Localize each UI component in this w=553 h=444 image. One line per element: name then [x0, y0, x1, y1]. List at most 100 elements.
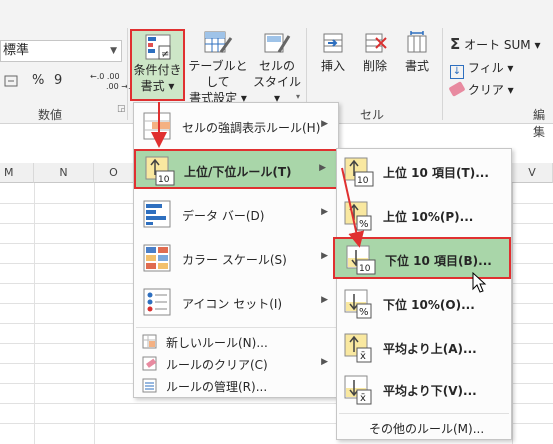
submenu-item-top-10-items[interactable]: 10 上位 10 項目(T)... — [337, 151, 511, 193]
column-header[interactable]: M — [0, 163, 34, 183]
delete-button[interactable]: 削除 — [356, 30, 394, 74]
fill-button[interactable]: ↓ フィル ▾ — [450, 60, 513, 79]
cell-styles-chevron-icon: ▾ — [296, 92, 301, 101]
column-header[interactable]: V — [512, 163, 553, 183]
clear-rules-icon — [142, 356, 157, 371]
menu-item-top-bottom-rules[interactable]: 10 上位/下位ルール(T) ▶ — [134, 149, 338, 189]
conditional-formatting-icon: ≠ — [145, 34, 170, 60]
menu-item-label: セルの強調表示ルール(H) — [182, 121, 321, 135]
chevron-right-icon: ▶ — [321, 251, 328, 261]
sigma-icon: Σ — [450, 35, 461, 53]
top-10-percent-icon: % — [344, 201, 372, 231]
chevron-right-icon: ▶ — [319, 163, 326, 173]
bottom-10-items-icon: 10 — [346, 245, 376, 275]
group-separator — [127, 28, 128, 120]
increase-decimal-button[interactable]: ←.0 .00 — [90, 72, 120, 81]
mouse-cursor-icon — [472, 272, 487, 293]
conditional-formatting-button[interactable]: ≠ 条件付き 書式 ▾ — [130, 29, 185, 101]
menu-divider — [136, 327, 336, 328]
svg-text:%: % — [359, 219, 369, 230]
submenu-item-label: 下位 10 項目(B)... — [385, 254, 492, 268]
chevron-right-icon: ▶ — [321, 119, 328, 129]
bottom-10-percent-icon: % — [344, 289, 372, 319]
cell-styles-button[interactable]: セルの スタイル ▾ — [252, 30, 302, 106]
chevron-right-icon: ▶ — [321, 207, 328, 217]
cell-styles-icon — [264, 33, 291, 53]
format-as-table-icon — [204, 31, 233, 53]
manage-rules-icon — [142, 378, 157, 393]
group-label-number: 数値 — [38, 108, 63, 122]
icon-sets-icon — [143, 288, 171, 316]
data-bars-icon — [143, 200, 171, 228]
chevron-right-icon: ▶ — [321, 295, 328, 305]
cell-styles-label-1: セルの — [258, 59, 295, 73]
format-as-table-label-1: テーブルとして — [188, 59, 248, 89]
submenu-item-label: 平均より下(V)... — [383, 384, 477, 398]
number-format-dropdown[interactable]: 標準 ▼ — [0, 40, 122, 62]
svg-text:10: 10 — [359, 264, 371, 274]
currency-button[interactable] — [4, 72, 18, 90]
svg-text:≠: ≠ — [161, 49, 169, 60]
menu-item-label: ルールの管理(R)... — [166, 380, 268, 394]
autosum-button[interactable]: Σ オート SUM ▾ — [450, 36, 541, 53]
column-header[interactable]: O — [94, 163, 134, 183]
menu-item-color-scales[interactable]: カラー スケール(S) ▶ — [134, 239, 338, 279]
svg-text:10: 10 — [158, 175, 170, 185]
format-cells-icon — [407, 31, 427, 53]
eraser-icon — [448, 81, 466, 97]
currency-icon — [4, 75, 18, 87]
svg-text:x̄: x̄ — [360, 351, 366, 362]
column-header[interactable]: N — [34, 163, 94, 183]
format-label: 書式 — [404, 59, 429, 73]
menu-item-label: アイコン セット(I) — [182, 297, 283, 311]
highlight-cells-icon — [143, 112, 171, 140]
autosum-label: オート SUM ▾ — [464, 38, 541, 52]
format-as-table-button[interactable]: テーブルとして 書式設定 ▾ — [186, 30, 250, 106]
insert-button[interactable]: 挿入 — [314, 30, 352, 74]
submenu-item-label: 平均より上(A)... — [383, 342, 477, 356]
insert-label: 挿入 — [320, 59, 345, 73]
percent-button[interactable]: % — [32, 72, 44, 90]
menu-item-label: 新しいルール(N)... — [166, 336, 268, 350]
svg-text:x̄: x̄ — [360, 393, 366, 404]
conditional-formatting-menu: セルの強調表示ルール(H) ▶ 10 上位/下位ルール(T) ▶ データ バー(… — [133, 102, 339, 398]
svg-text:%: % — [359, 307, 369, 318]
submenu-item-below-average[interactable]: x̄ 平均より下(V)... — [337, 369, 511, 411]
chevron-right-icon: ▶ — [321, 357, 328, 367]
top-bottom-icon: 10 — [145, 156, 175, 186]
group-label-edit: 編集 — [533, 108, 546, 139]
menu-item-highlight-cells-rules[interactable]: セルの強調表示ルール(H) ▶ — [134, 107, 338, 147]
clear-label: クリア ▾ — [467, 83, 514, 97]
submenu-item-more-rules[interactable]: その他のルール(M)... — [369, 420, 484, 437]
comma-button[interactable]: 9 — [54, 72, 62, 90]
menu-item-icon-sets[interactable]: アイコン セット(I) ▶ — [134, 283, 338, 323]
menu-item-manage-rules[interactable]: ルールの管理(R)... — [134, 375, 338, 397]
menu-item-data-bars[interactable]: データ バー(D) ▶ — [134, 195, 338, 235]
menu-item-label: カラー スケール(S) — [182, 253, 287, 267]
insert-cells-icon — [323, 33, 343, 53]
menu-item-new-rule[interactable]: 新しいルール(N)... — [134, 331, 338, 353]
menu-item-label: データ バー(D) — [182, 209, 265, 223]
dialog-launcher-icon[interactable]: ◲ — [117, 104, 126, 114]
conditional-formatting-label-2: 書式 ▾ — [140, 79, 175, 93]
below-average-icon: x̄ — [344, 375, 372, 405]
group-separator — [442, 28, 443, 120]
fill-label: フィル ▾ — [467, 61, 514, 75]
submenu-item-label: 下位 10%(O)... — [383, 298, 475, 312]
menu-divider — [339, 413, 509, 414]
top-10-items-icon: 10 — [344, 157, 374, 187]
chevron-down-icon: ▼ — [110, 46, 117, 56]
top-bottom-rules-submenu: 10 上位 10 項目(T)... % 上位 10%(P)... 10 下位 1… — [333, 148, 512, 440]
submenu-item-above-average[interactable]: x̄ 平均より上(A)... — [337, 327, 511, 369]
submenu-item-top-10-percent[interactable]: % 上位 10%(P)... — [337, 195, 511, 237]
menu-item-label: ルールのクリア(C) — [166, 358, 268, 372]
menu-item-clear-rules[interactable]: ルールのクリア(C) ▶ — [134, 353, 338, 375]
format-button[interactable]: 書式 — [398, 30, 436, 74]
submenu-item-label: 上位 10%(P)... — [383, 210, 474, 224]
delete-cells-icon — [365, 33, 387, 53]
submenu-item-label: 上位 10 項目(T)... — [383, 166, 489, 180]
conditional-formatting-label-1: 条件付き — [133, 63, 182, 77]
clear-button[interactable]: クリア ▾ — [448, 81, 514, 98]
svg-text:10: 10 — [357, 176, 369, 186]
fill-down-icon: ↓ — [450, 65, 464, 79]
